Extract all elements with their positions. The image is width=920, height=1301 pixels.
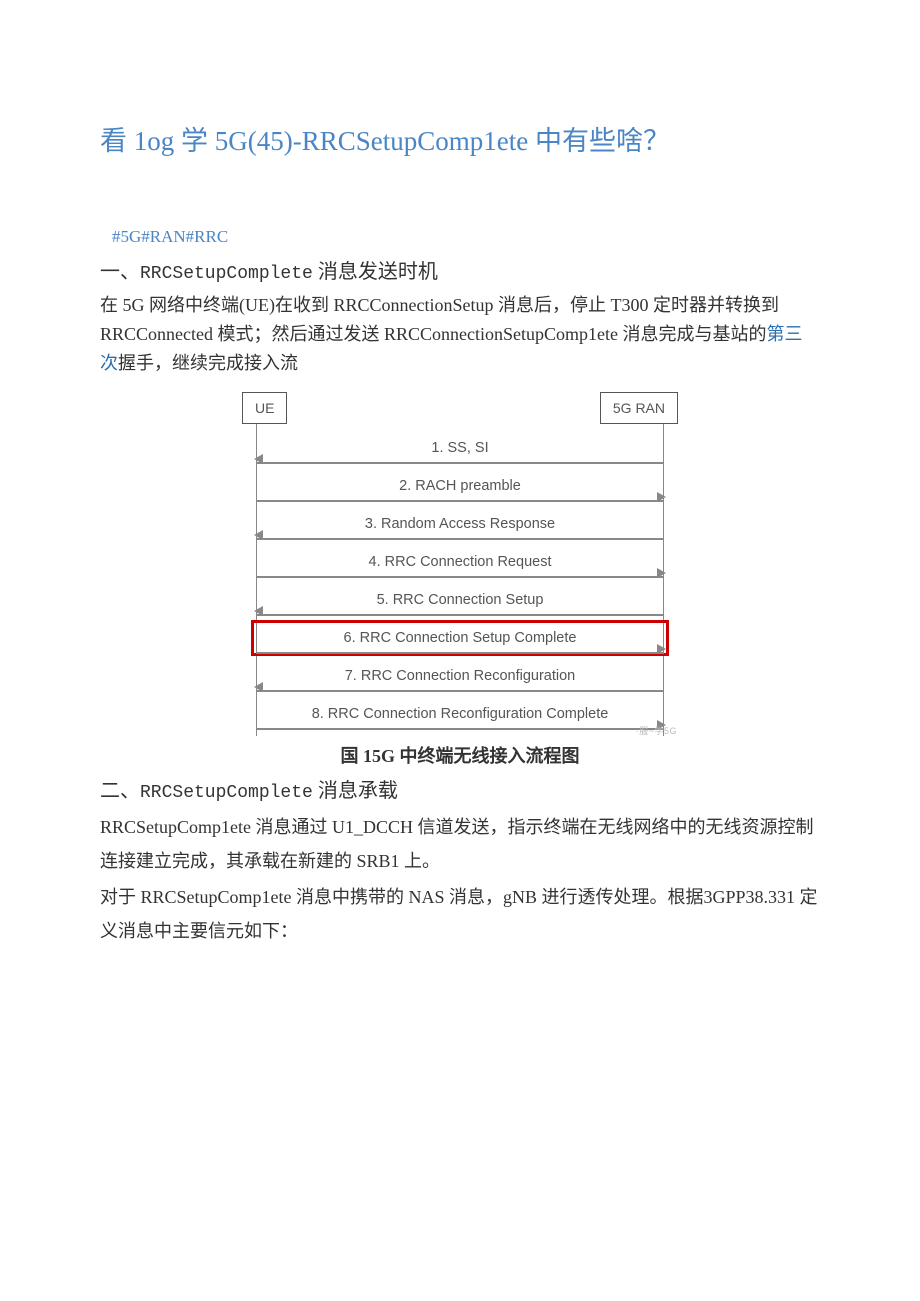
diagram-step-2-label: 2. RACH preamble (399, 475, 521, 498)
diagram-step-6-label: 6. RRC Connection Setup Complete (344, 627, 577, 650)
diagram-caption: 国 15G 中终端无线接入流程图 (100, 742, 820, 771)
section-2-num: 二、 (100, 780, 140, 802)
section-1-num: 一、 (100, 261, 140, 283)
diagram-arrow (256, 462, 664, 464)
diagram-arrow (256, 652, 664, 654)
diagram-step-5-label: 5. RRC Connection Setup (377, 589, 544, 612)
diagram-step-8-label: 8. RRC Connection Reconfiguration Comple… (312, 703, 609, 726)
diagram-arrow (256, 690, 664, 692)
diagram-step-5: 5. RRC Connection Setup (257, 582, 663, 620)
diagram-step-6: 6. RRC Connection Setup Complete (257, 620, 663, 658)
diagram-step-2: 2. RACH preamble (257, 468, 663, 506)
diagram-step-4-label: 4. RRC Connection Request (369, 551, 552, 574)
page-title: 看 1og 学 5G(45)-RRCSetupComp1ete 中有些啥？ (100, 120, 820, 163)
diagram-watermark: ·服~学5G (636, 724, 677, 738)
diagram-arrow (256, 538, 664, 540)
diagram-step-4: 4. RRC Connection Request (257, 544, 663, 582)
diagram-arrow (256, 728, 664, 730)
diagram-body: 1. SS, SI 2. RACH preamble 3. Random Acc… (256, 424, 664, 736)
section-2-heading: 二、RRCSetupComplete 消息承载 (100, 775, 820, 808)
section-1-code: RRCSetupComplete (140, 264, 313, 284)
section-1-p1b: 握手，继续完成接入流 (118, 353, 298, 373)
diagram-ue-box: UE (242, 392, 287, 424)
diagram-step-8: 8. RRC Connection Reconfiguration Comple… (257, 696, 663, 734)
sequence-diagram: UE 5G RAN 1. SS, SI 2. RACH preamble 3. … (240, 392, 680, 736)
diagram-step-3: 3. Random Access Response (257, 506, 663, 544)
section-2-p2: 对于 RRCSetupComp1ete 消息中携带的 NAS 消息，gNB 进行… (100, 880, 820, 948)
diagram-step-1: 1. SS, SI (257, 430, 663, 468)
section-1-tail: 消息发送时机 (313, 261, 438, 283)
diagram-step-7: 7. RRC Connection Reconfiguration (257, 658, 663, 696)
section-1-p1a: 在 5G 网络中终端(UE)在收到 RRCConnectionSetup 消息后… (100, 295, 779, 344)
diagram-header: UE 5G RAN (240, 392, 680, 424)
section-2-p1: RRCSetupComp1ete 消息通过 U1_DCCH 信道发送，指示终端在… (100, 810, 820, 878)
diagram-step-7-label: 7. RRC Connection Reconfiguration (345, 665, 576, 688)
tag-line: #5G#RAN#RRC (112, 223, 820, 250)
diagram-arrow (256, 576, 664, 578)
diagram-step-3-label: 3. Random Access Response (365, 513, 555, 536)
diagram-arrow (256, 614, 664, 616)
diagram-step-1-label: 1. SS, SI (431, 437, 488, 460)
diagram-ran-box: 5G RAN (600, 392, 678, 424)
diagram-arrow (256, 500, 664, 502)
section-1-paragraph: 在 5G 网络中终端(UE)在收到 RRCConnectionSetup 消息后… (100, 291, 820, 377)
section-2-tail: 消息承载 (313, 780, 398, 802)
section-1-heading: 一、RRCSetupComplete 消息发送时机 (100, 256, 820, 289)
section-2-code: RRCSetupComplete (140, 783, 313, 803)
